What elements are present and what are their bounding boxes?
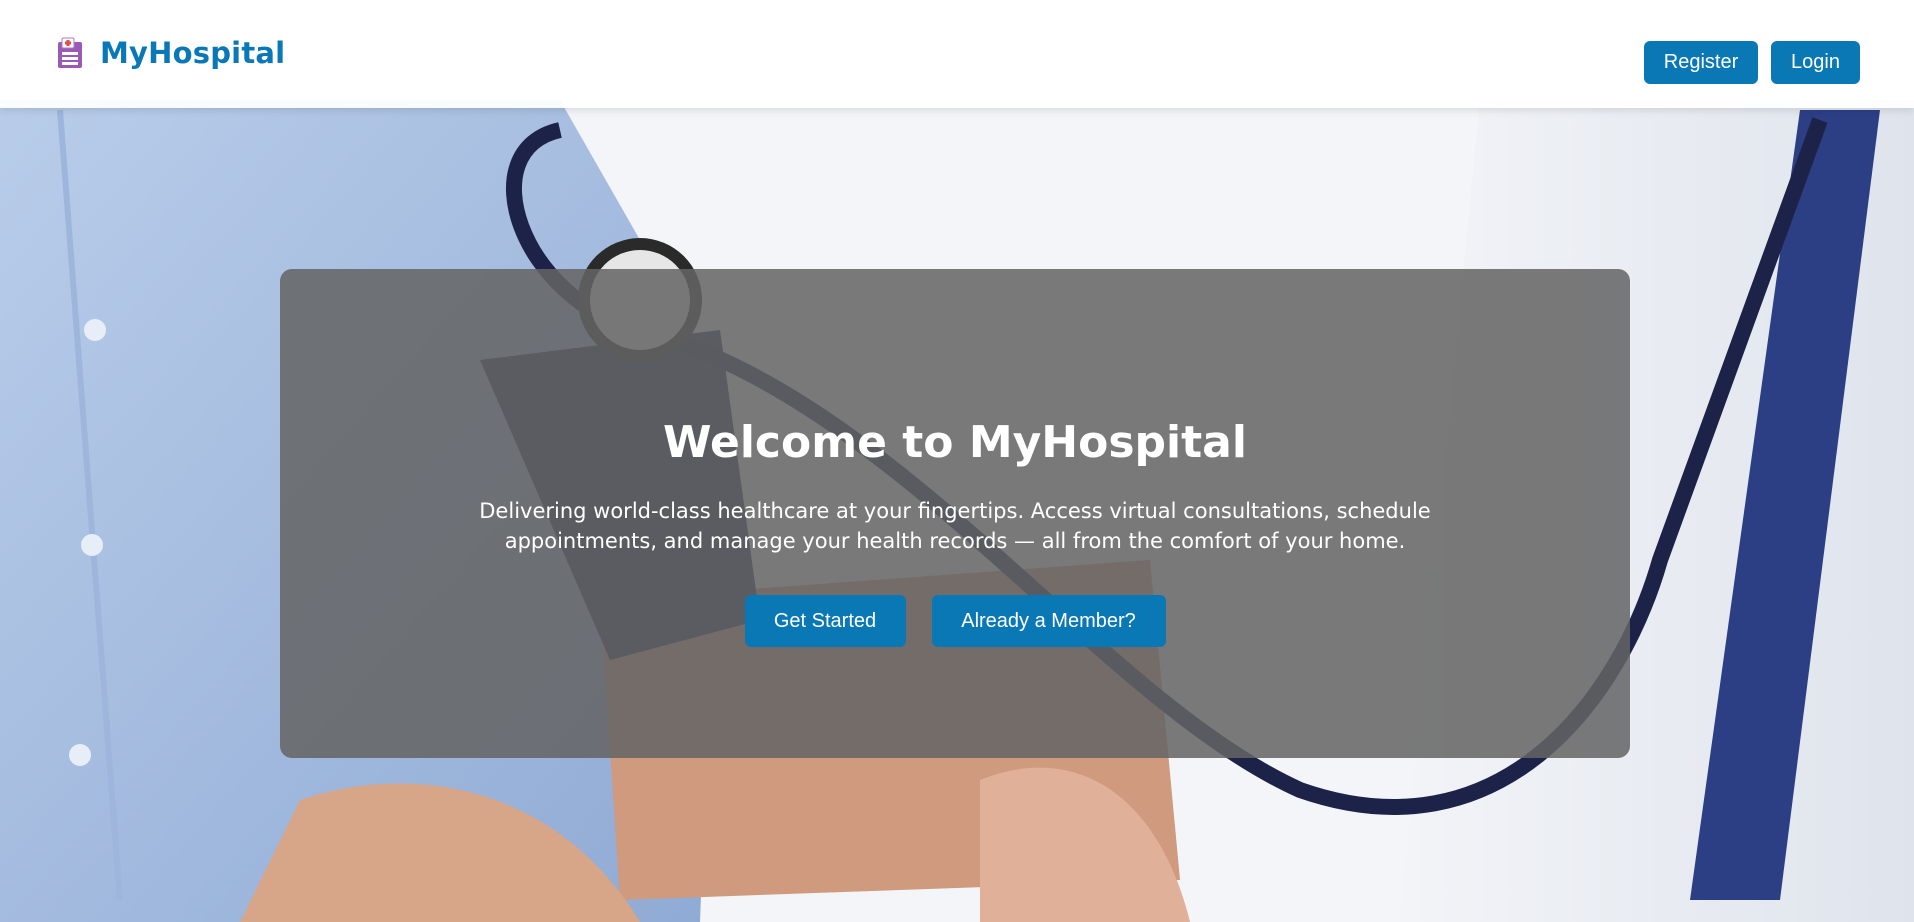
already-member-button[interactable]: Already a Member? — [931, 595, 1166, 647]
brand-name: MyHospital — [100, 36, 286, 70]
get-started-button[interactable]: Get Started — [744, 595, 906, 647]
brand-logo[interactable]: MyHospital — [56, 36, 285, 70]
top-navbar: MyHospital Register Login — [0, 0, 1914, 108]
register-button[interactable]: Register — [1644, 41, 1758, 84]
hero-actions: Get Started Already a Member? — [280, 595, 1630, 647]
hero-card: Welcome to MyHospital Delivering world-c… — [280, 269, 1630, 758]
hero-subtitle: Delivering world-class healthcare at you… — [479, 499, 1431, 553]
header-nav: Register Login — [1644, 41, 1860, 84]
hero-title: Welcome to MyHospital — [663, 417, 1247, 468]
login-button[interactable]: Login — [1771, 41, 1860, 84]
hospital-icon — [58, 37, 82, 68]
landing-page: MyHospital Register Login Welcome to MyH… — [0, 0, 1914, 922]
